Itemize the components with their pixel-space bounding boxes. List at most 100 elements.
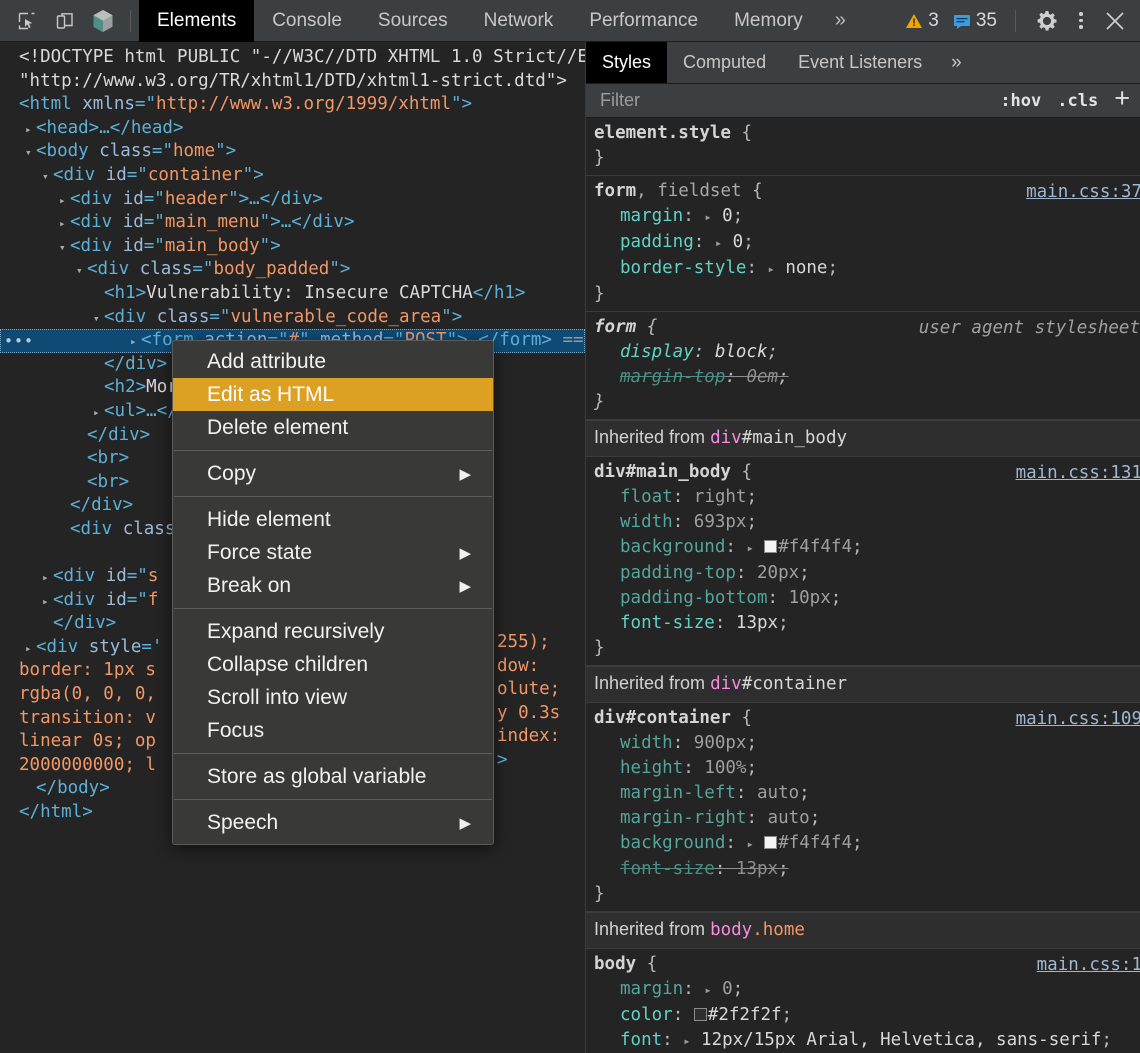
expand-toggle-icon[interactable] xyxy=(93,377,104,401)
css-property-value[interactable]: 20px xyxy=(757,563,799,583)
expand-toggle-icon[interactable] xyxy=(59,189,70,213)
tab-elements[interactable]: Elements xyxy=(139,0,255,42)
dom-node-row[interactable]: <div id="main_body"> xyxy=(0,235,585,259)
css-property-value[interactable]: 10px xyxy=(789,588,831,608)
expand-toggle-icon[interactable] xyxy=(76,448,87,472)
node-badge-icon[interactable]: ••• xyxy=(4,330,34,354)
css-declaration[interactable]: margin: ▸ 0; xyxy=(594,977,1140,1003)
css-property-name[interactable]: background xyxy=(620,833,725,853)
expand-toggle-icon[interactable] xyxy=(76,259,87,283)
css-declaration[interactable]: margin-right: auto; xyxy=(594,806,1140,831)
expand-shorthand-icon[interactable]: ▸ xyxy=(746,837,753,851)
tab-performance[interactable]: Performance xyxy=(571,0,716,42)
css-property-value[interactable]: auto xyxy=(757,783,799,803)
css-property-value[interactable]: 12px/15px Arial, Helvetica, sans-serif xyxy=(701,1030,1101,1050)
css-property-name[interactable]: width xyxy=(620,512,673,532)
css-property-value[interactable]: 0 xyxy=(733,232,744,252)
css-property-value[interactable]: 0 xyxy=(722,206,733,226)
css-property-name[interactable]: font-size xyxy=(620,859,715,879)
inherited-tag[interactable]: div xyxy=(710,674,742,694)
css-declaration[interactable]: background: ▸ #f4f4f4; xyxy=(594,831,1140,857)
css-property-value[interactable]: right xyxy=(694,487,747,507)
inherited-tag[interactable]: body xyxy=(710,920,752,940)
dom-node-row[interactable]: <div id="header">…</div> xyxy=(0,188,585,212)
expand-toggle-icon[interactable] xyxy=(42,566,53,590)
inherited-selector[interactable]: .home xyxy=(752,920,805,940)
context-menu-item-delete-element[interactable]: Delete element xyxy=(173,411,493,444)
context-menu-item-add-attribute[interactable]: Add attribute xyxy=(173,345,493,378)
expand-toggle-icon[interactable] xyxy=(42,165,53,189)
expand-toggle-icon[interactable] xyxy=(8,755,19,779)
css-declaration[interactable]: display: block; xyxy=(594,340,1140,365)
expand-toggle-icon[interactable] xyxy=(42,590,53,614)
dom-node-row[interactable]: <body class="home"> xyxy=(0,140,585,164)
context-menu-item-scroll-into-view[interactable]: Scroll into view xyxy=(173,681,493,714)
css-property-name[interactable]: float xyxy=(620,487,673,507)
color-swatch[interactable] xyxy=(764,836,778,849)
more-sidebar-tabs-chevron-icon[interactable]: » xyxy=(938,42,975,83)
dom-context-menu[interactable]: Add attribute Edit as HTML Delete element C… xyxy=(172,340,494,845)
expand-shorthand-icon[interactable]: ▸ xyxy=(715,236,722,250)
message-counter[interactable]: 35 xyxy=(953,10,997,32)
device-toolbar-icon[interactable] xyxy=(46,2,84,40)
dom-node-row[interactable]: <div id="main_menu">…</div> xyxy=(0,211,585,235)
stylesheet-source-link[interactable]: main.css:37 xyxy=(1026,180,1140,205)
css-declaration[interactable]: height: 100%; xyxy=(594,756,1140,781)
context-menu-item-break-on[interactable]: Break on ▶ xyxy=(173,569,493,602)
css-declaration[interactable]: margin-left: auto; xyxy=(594,781,1140,806)
expand-toggle-icon[interactable] xyxy=(25,637,36,661)
css-property-value[interactable]: #f4f4f4 xyxy=(778,833,852,853)
css-declaration[interactable]: font: ▸ 12px/15px Arial, Helvetica, sans… xyxy=(594,1028,1140,1053)
css-property-value[interactable]: 693px xyxy=(694,512,747,532)
css-declaration[interactable]: color: #2f2f2f; xyxy=(594,1003,1140,1028)
dom-node-row[interactable]: <head>…</head> xyxy=(0,117,585,141)
dom-node-row[interactable]: "http://www.w3.org/TR/xhtml1/DTD/xhtml1-… xyxy=(0,70,585,94)
dom-node-row[interactable]: <div class="body_padded"> xyxy=(0,258,585,282)
css-property-name[interactable]: margin-top xyxy=(620,367,725,387)
expand-toggle-icon[interactable] xyxy=(59,236,70,260)
expand-toggle-icon[interactable] xyxy=(8,94,19,118)
context-menu-item-copy[interactable]: Copy ▶ xyxy=(173,457,493,490)
css-property-name[interactable]: width xyxy=(620,733,673,753)
inherited-selector[interactable]: #main_body xyxy=(742,428,847,448)
context-menu-item-collapse-children[interactable]: Collapse children xyxy=(173,648,493,681)
inherited-selector[interactable]: #container xyxy=(742,674,847,694)
css-property-name[interactable]: padding xyxy=(620,232,694,252)
dom-node-row[interactable]: <div id="container"> xyxy=(0,164,585,188)
expand-toggle-icon[interactable] xyxy=(8,660,19,684)
context-menu-item-force-state[interactable]: Force state ▶ xyxy=(173,536,493,569)
tab-console[interactable]: Console xyxy=(254,0,360,42)
css-property-name[interactable]: font-size xyxy=(620,613,715,633)
inherited-tag[interactable]: div xyxy=(710,428,742,448)
css-property-value[interactable]: none xyxy=(785,258,827,278)
close-icon[interactable] xyxy=(1098,4,1132,38)
css-property-name[interactable]: border-style xyxy=(620,258,746,278)
expand-toggle-icon[interactable] xyxy=(8,708,19,732)
expand-shorthand-icon[interactable]: ▸ xyxy=(704,983,711,997)
css-property-value[interactable]: 13px xyxy=(736,859,778,879)
expand-toggle-icon[interactable] xyxy=(8,731,19,755)
css-rule-selector[interactable]: element.style { xyxy=(594,121,1140,146)
expand-toggle-icon[interactable] xyxy=(25,118,36,142)
toggle-pseudo-states-button[interactable]: :hov xyxy=(992,91,1049,111)
css-property-name[interactable]: margin-right xyxy=(620,808,746,828)
context-menu-item-focus[interactable]: Focus xyxy=(173,714,493,747)
context-menu-item-store-as-global-variable[interactable]: Store as global variable xyxy=(173,760,493,793)
context-menu-item-expand-recursively[interactable]: Expand recursively xyxy=(173,615,493,648)
css-property-name[interactable]: height xyxy=(620,758,683,778)
css-declaration[interactable]: background: ▸ #f4f4f4; xyxy=(594,535,1140,561)
css-declaration[interactable]: padding-bottom: 10px; xyxy=(594,586,1140,611)
context-menu-item-edit-as-html[interactable]: Edit as HTML xyxy=(173,378,493,411)
css-declaration[interactable]: padding-top: 20px; xyxy=(594,561,1140,586)
more-panels-chevron-icon[interactable]: » xyxy=(821,0,860,42)
css-property-value[interactable]: 13px xyxy=(736,613,778,633)
css-property-name[interactable]: padding-top xyxy=(620,563,736,583)
stylesheet-source-link[interactable]: main.css:109 xyxy=(1016,707,1140,732)
css-property-value[interactable]: #2f2f2f xyxy=(708,1005,782,1025)
stylesheet-source-link[interactable]: main.css:131 xyxy=(1016,461,1140,486)
expand-toggle-icon[interactable] xyxy=(8,802,19,826)
stylesheet-source-link-anchor[interactable]: main.css:131 xyxy=(1016,463,1140,483)
stylesheet-source-link-anchor[interactable]: main.css:1 xyxy=(1037,955,1140,975)
expand-toggle-icon[interactable] xyxy=(76,425,87,449)
tab-styles[interactable]: Styles xyxy=(586,42,668,83)
